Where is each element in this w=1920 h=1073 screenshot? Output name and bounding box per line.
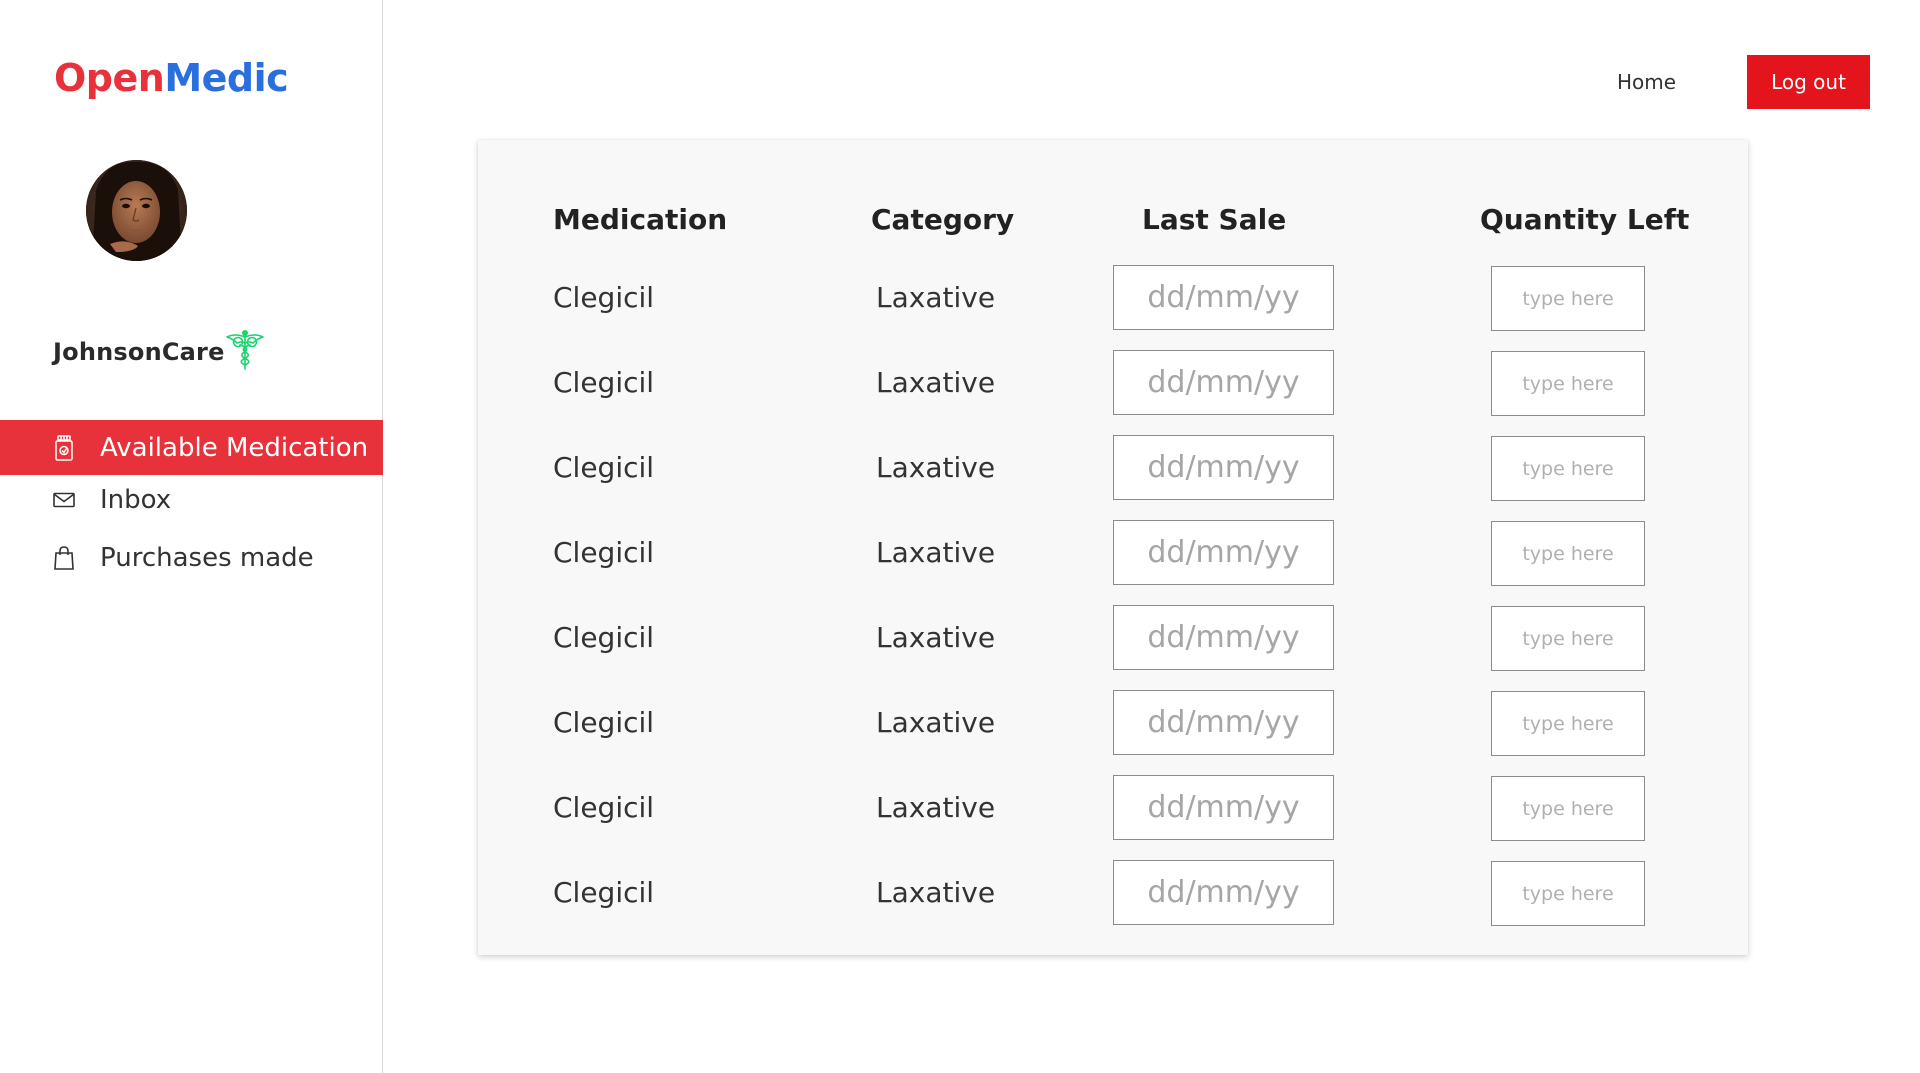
avatar-image (86, 160, 187, 261)
quantity-left-input[interactable] (1491, 521, 1645, 586)
medication-name: Clegicil (553, 281, 655, 314)
medication-category: Laxative (876, 621, 996, 654)
medication-name: Clegicil (553, 536, 655, 569)
table-row: Clegicil Laxative (0, 690, 1920, 756)
last-sale-date-input[interactable] (1113, 690, 1334, 755)
medication-category: Laxative (876, 451, 996, 484)
brand-logo-part1: Open (54, 56, 165, 100)
medication-name: Clegicil (553, 366, 655, 399)
brand-logo[interactable]: OpenMedic (54, 56, 289, 100)
column-header-category: Category (871, 203, 1015, 236)
logout-button[interactable]: Log out (1747, 55, 1870, 109)
column-header-last-sale: Last Sale (1142, 203, 1287, 236)
column-header-medication: Medication (553, 203, 728, 236)
quantity-left-input[interactable] (1491, 861, 1645, 926)
table-row: Clegicil Laxative (0, 520, 1920, 586)
last-sale-date-input[interactable] (1113, 435, 1334, 500)
column-header-quantity-left: Quantity Left (1480, 203, 1690, 236)
table-row: Clegicil Laxative (0, 350, 1920, 416)
last-sale-date-input[interactable] (1113, 265, 1334, 330)
avatar[interactable] (86, 160, 187, 261)
medication-category: Laxative (876, 366, 996, 399)
table-row: Clegicil Laxative (0, 605, 1920, 671)
last-sale-date-input[interactable] (1113, 605, 1334, 670)
home-link[interactable]: Home (1617, 70, 1676, 94)
medication-category: Laxative (876, 281, 996, 314)
medication-category: Laxative (876, 536, 996, 569)
quantity-left-input[interactable] (1491, 266, 1645, 331)
quantity-left-input[interactable] (1491, 351, 1645, 416)
table-row: Clegicil Laxative (0, 775, 1920, 841)
app-root: OpenMedic JohnsonCare Available Medicati… (0, 0, 1920, 1073)
medication-name: Clegicil (553, 706, 655, 739)
medication-category: Laxative (876, 791, 996, 824)
medication-name: Clegicil (553, 791, 655, 824)
quantity-left-input[interactable] (1491, 776, 1645, 841)
last-sale-date-input[interactable] (1113, 860, 1334, 925)
quantity-left-input[interactable] (1491, 436, 1645, 501)
last-sale-date-input[interactable] (1113, 775, 1334, 840)
table-row: Clegicil Laxative (0, 860, 1920, 926)
last-sale-date-input[interactable] (1113, 350, 1334, 415)
quantity-left-input[interactable] (1491, 606, 1645, 671)
medication-name: Clegicil (553, 451, 655, 484)
last-sale-date-input[interactable] (1113, 520, 1334, 585)
table-row: Clegicil Laxative (0, 435, 1920, 501)
quantity-left-input[interactable] (1491, 691, 1645, 756)
medication-category: Laxative (876, 706, 996, 739)
brand-logo-part2: Medic (164, 56, 289, 100)
medication-name: Clegicil (553, 621, 655, 654)
medication-name: Clegicil (553, 876, 655, 909)
table-row: Clegicil Laxative (0, 265, 1920, 331)
medication-category: Laxative (876, 876, 996, 909)
